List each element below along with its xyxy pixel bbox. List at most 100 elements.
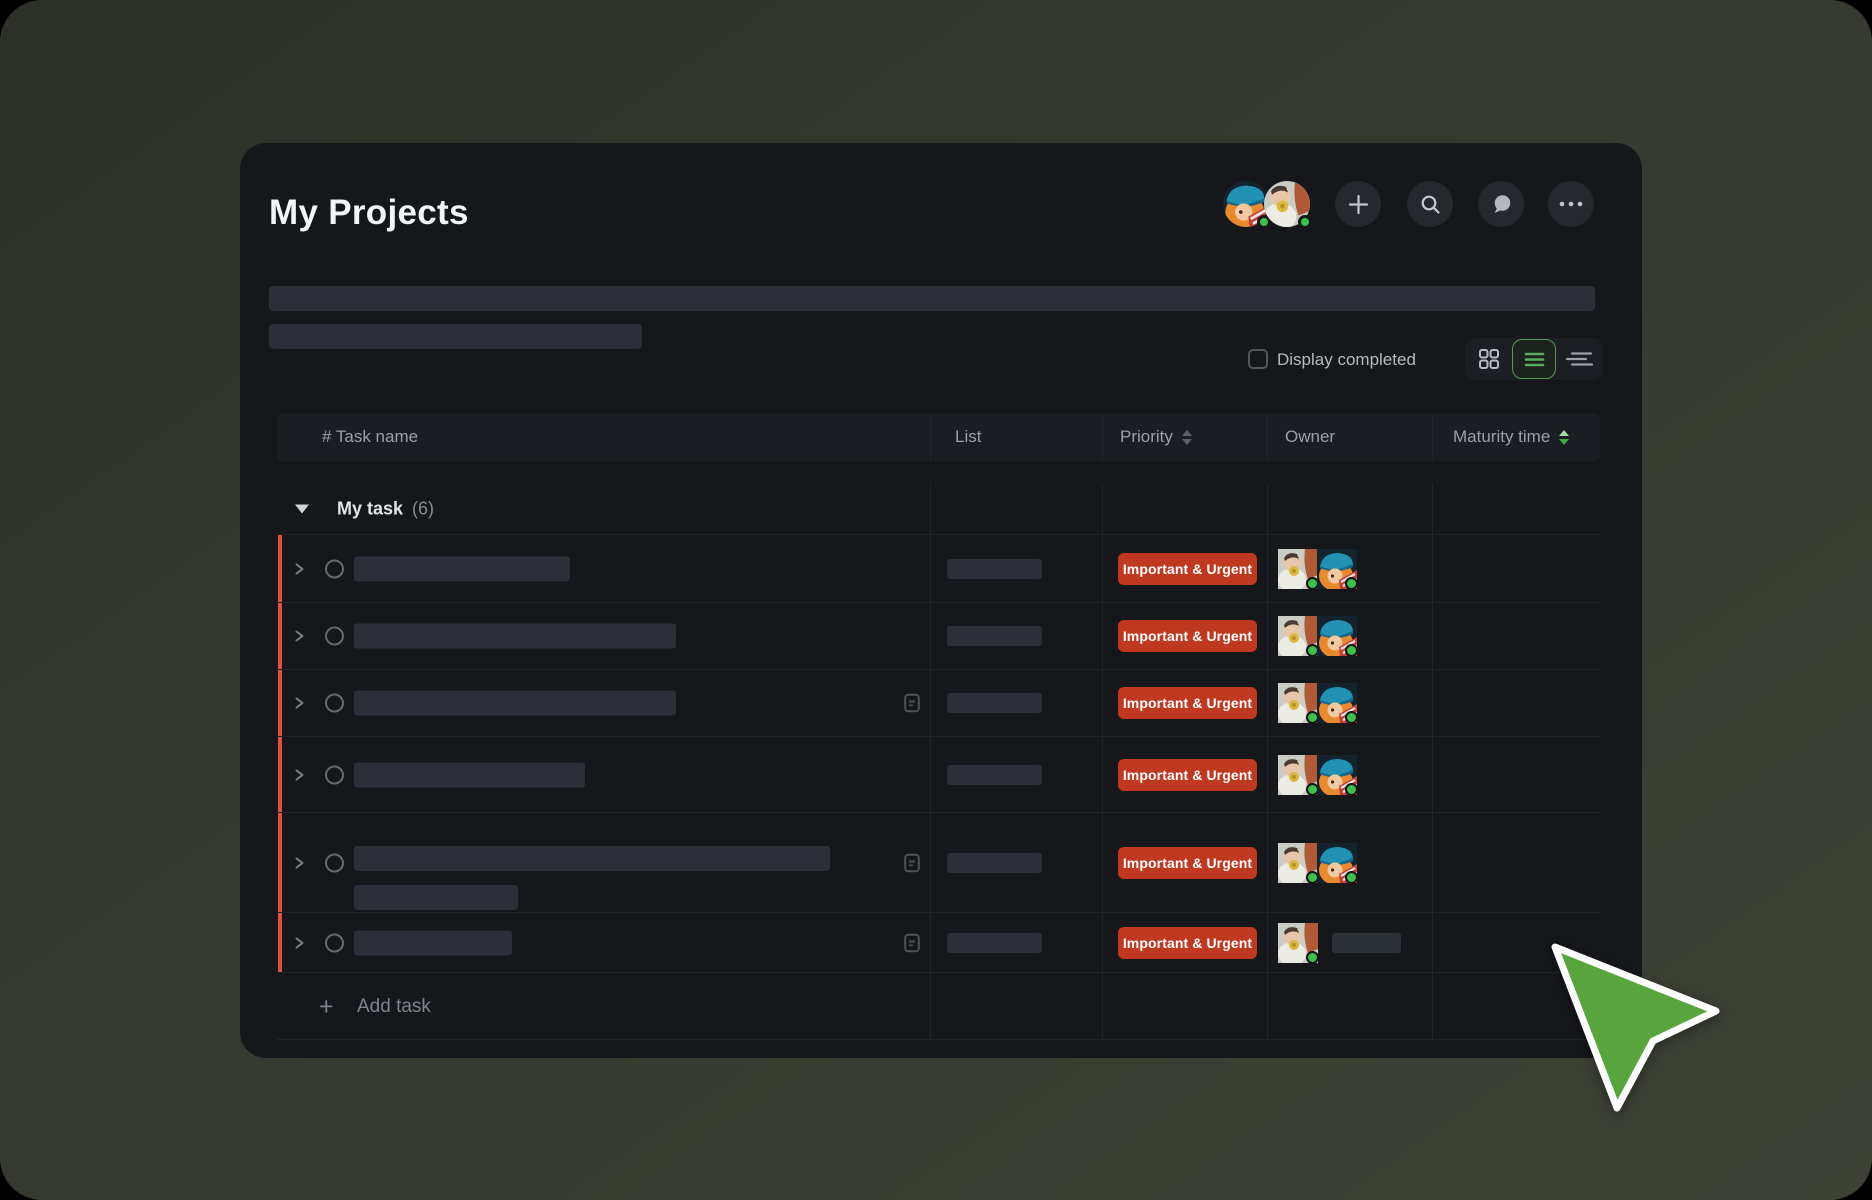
- sort-icon-active[interactable]: [1559, 430, 1569, 445]
- timeline-view-button[interactable]: [1557, 339, 1601, 379]
- priority-accent-bar: [278, 603, 283, 669]
- online-status-dot: [1306, 951, 1319, 964]
- grid-view-button[interactable]: [1467, 339, 1511, 379]
- column-header-list[interactable]: List: [930, 413, 1102, 461]
- priority-accent-bar: [278, 913, 283, 972]
- grid-icon: [1478, 348, 1500, 370]
- priority-accent-bar: [278, 813, 283, 912]
- plus-icon: +: [319, 994, 334, 1019]
- expand-chevron-icon[interactable]: [294, 629, 305, 643]
- priority-badge[interactable]: Important & Urgent: [1118, 553, 1257, 585]
- priority-accent-bar: [278, 670, 283, 736]
- search-icon: [1420, 194, 1441, 215]
- note-icon: [904, 694, 920, 713]
- avatar-anime-character[interactable]: [1317, 755, 1357, 795]
- avatar-anime-character[interactable]: [1223, 181, 1269, 227]
- chat-bubble-icon: [1491, 194, 1512, 215]
- display-completed-label[interactable]: Display completed: [1277, 350, 1416, 370]
- avatar-anime-character[interactable]: [1317, 616, 1357, 656]
- list-view-button[interactable]: [1512, 339, 1556, 379]
- task-row[interactable]: Important & Urgent: [277, 669, 1600, 736]
- view-toggle-group: [1465, 338, 1603, 380]
- owner-avatars[interactable]: [1278, 843, 1357, 883]
- add-task-label[interactable]: Add task: [357, 996, 431, 1018]
- avatar-baby-photo[interactable]: [1264, 181, 1310, 227]
- task-title-placeholder: [354, 762, 585, 787]
- note-icon: [904, 854, 920, 873]
- task-status-circle[interactable]: [325, 933, 344, 952]
- online-status-dot: [1345, 577, 1358, 590]
- group-count: (6): [412, 499, 434, 520]
- sort-icon[interactable]: [1182, 430, 1192, 445]
- task-row[interactable]: Important & Urgent: [277, 602, 1600, 669]
- owner-avatars[interactable]: [1278, 923, 1318, 963]
- priority-accent-bar: [278, 737, 283, 812]
- online-status-dot: [1345, 871, 1358, 884]
- online-status-dot: [1345, 644, 1358, 657]
- priority-badge[interactable]: Important & Urgent: [1118, 847, 1257, 879]
- expand-chevron-icon[interactable]: [294, 768, 305, 782]
- display-completed-checkbox[interactable]: [1248, 349, 1268, 369]
- note-icon: [904, 933, 920, 952]
- expand-chevron-icon[interactable]: [294, 856, 305, 870]
- task-status-circle[interactable]: [325, 765, 344, 784]
- chat-button[interactable]: [1478, 181, 1524, 227]
- task-title-placeholder-line-1: [354, 846, 830, 871]
- avatar-baby-photo[interactable]: [1278, 549, 1318, 589]
- avatar-baby-photo[interactable]: [1278, 843, 1318, 883]
- task-title-placeholder: [354, 691, 676, 716]
- plus-icon: [1348, 194, 1369, 215]
- owner-avatars[interactable]: [1278, 616, 1357, 656]
- column-header-owner[interactable]: Owner: [1267, 413, 1432, 461]
- owner-avatars[interactable]: [1278, 755, 1357, 795]
- more-options-button[interactable]: [1548, 181, 1594, 227]
- owner-avatars[interactable]: [1278, 683, 1357, 723]
- description-placeholder-line-2: [269, 324, 642, 349]
- search-button[interactable]: [1407, 181, 1453, 227]
- task-row[interactable]: Important & Urgent: [277, 534, 1600, 602]
- task-title-placeholder-line-2: [354, 885, 518, 910]
- timeline-icon: [1565, 351, 1593, 367]
- add-button[interactable]: [1335, 181, 1381, 227]
- avatar-anime-character[interactable]: [1317, 549, 1357, 589]
- screenshot-stage: My Projects: [0, 0, 1872, 1200]
- task-status-circle[interactable]: [325, 559, 344, 578]
- online-status-dot: [1298, 215, 1312, 229]
- page-title: My Projects: [269, 193, 469, 233]
- task-row[interactable]: Important & Urgent: [277, 736, 1600, 812]
- avatar-anime-character[interactable]: [1317, 683, 1357, 723]
- column-header-task-name[interactable]: # Task name: [277, 413, 930, 461]
- task-status-circle[interactable]: [325, 694, 344, 713]
- expand-chevron-icon[interactable]: [294, 936, 305, 950]
- list-placeholder: [947, 933, 1042, 953]
- collapse-triangle-icon[interactable]: [295, 505, 309, 514]
- avatar-baby-photo[interactable]: [1278, 755, 1318, 795]
- expand-chevron-icon[interactable]: [294, 696, 305, 710]
- priority-badge[interactable]: Important & Urgent: [1118, 687, 1257, 719]
- task-title-placeholder: [354, 556, 570, 581]
- task-status-circle[interactable]: [325, 854, 344, 873]
- task-row[interactable]: Important & Urgent: [277, 812, 1600, 912]
- avatar-baby-photo[interactable]: [1278, 683, 1318, 723]
- list-placeholder: [947, 693, 1042, 713]
- priority-badge[interactable]: Important & Urgent: [1118, 759, 1257, 791]
- task-status-circle[interactable]: [325, 627, 344, 646]
- avatar-anime-character[interactable]: [1317, 843, 1357, 883]
- online-status-dot: [1345, 711, 1358, 724]
- description-placeholder-line-1: [269, 286, 1595, 311]
- group-row-my-task[interactable]: My task (6): [277, 484, 1600, 534]
- add-task-row[interactable]: + Add task: [277, 972, 1600, 1040]
- green-pointer-cursor: [1540, 935, 1730, 1120]
- list-placeholder: [947, 626, 1042, 646]
- column-header-priority[interactable]: Priority: [1102, 413, 1267, 461]
- priority-badge[interactable]: Important & Urgent: [1118, 620, 1257, 652]
- list-icon: [1524, 351, 1545, 368]
- owner-avatars[interactable]: [1278, 549, 1357, 589]
- expand-chevron-icon[interactable]: [294, 562, 305, 576]
- priority-badge[interactable]: Important & Urgent: [1118, 927, 1257, 959]
- avatar-baby-photo[interactable]: [1278, 923, 1318, 963]
- column-header-maturity-time[interactable]: Maturity time: [1432, 413, 1600, 461]
- ellipsis-icon: [1559, 201, 1583, 207]
- task-row[interactable]: Important & Urgent: [277, 912, 1600, 972]
- avatar-baby-photo[interactable]: [1278, 616, 1318, 656]
